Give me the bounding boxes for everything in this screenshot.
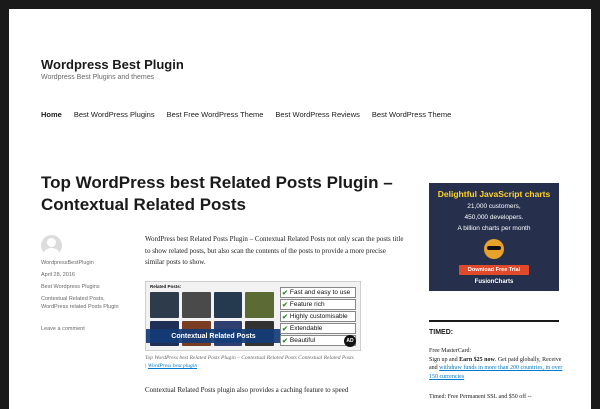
image-caption: Top WordPress best Related Posts Plugin … [145, 354, 355, 370]
ad-views: A billion charts per month [457, 225, 531, 232]
ad-customers: 21,000 customers, [467, 203, 521, 210]
sidebar-advertisement[interactable]: Delightful JavaScript charts 21,000 cust… [429, 183, 559, 291]
feature-item: ✔ Highly customisable [280, 311, 356, 322]
nav-item-best-wordpress-theme[interactable]: Best WordPress Theme [372, 110, 451, 119]
post-comments: Leave a comment [41, 325, 85, 333]
feature-label: Beautiful [289, 337, 316, 344]
mascot-icon [484, 239, 504, 259]
author-avatar[interactable] [41, 235, 62, 256]
widget-divider [429, 320, 559, 322]
nav-item-best-wordpress-reviews[interactable]: Best WordPress Reviews [275, 110, 359, 119]
post-featured-image[interactable]: Related Posts: Contextual Related Posts … [145, 281, 361, 351]
nav-item-best-free-wordpress-theme[interactable]: Best Free WordPress Theme [167, 110, 264, 119]
nav-item-best-wordpress-plugins[interactable]: Best WordPress Plugins [74, 110, 155, 119]
feature-item: ✔ Feature rich [280, 299, 356, 310]
nav-item-home[interactable]: Home [41, 110, 62, 119]
widget-text-1: Free MasterCard: Sign up and Earn $25 no… [429, 347, 564, 381]
widget-bold-text: Earn $25 now [459, 356, 495, 363]
widget-text-part: Free Permanent SSL and $50 off -- [447, 394, 532, 400]
widget-label: Timed: [429, 394, 448, 400]
widget-link[interactable]: withdraw funds in more than 200 countrie… [429, 365, 562, 380]
post-paragraph-1: WordPress best Related Posts Plugin – Co… [145, 235, 404, 266]
post-paragraph-2: Contextual Related Posts plugin also pro… [145, 386, 349, 394]
feature-label: Feature rich [289, 301, 325, 308]
author-link[interactable]: WordpressBestPlugin [41, 260, 94, 266]
post-tags: Contextual Related Posts, WordPress rela… [41, 295, 121, 311]
ad-download-button[interactable]: Download Free Trial [459, 265, 529, 275]
category-link[interactable]: Best Wordpress Plugins [41, 284, 100, 290]
ad-logo-icon: AD [344, 335, 356, 347]
page: Wordpress Best Plugin Wordpress Best Plu… [9, 9, 591, 409]
post-date: April 28, 2016 [41, 271, 75, 279]
checkmark-icon: ✔ [282, 337, 288, 345]
site-title[interactable]: Wordpress Best Plugin [41, 57, 184, 72]
post-title: Top WordPress best Related Posts Plugin … [41, 173, 393, 214]
thumbnail [181, 292, 211, 318]
thumbnail [245, 292, 274, 318]
main-navigation: Home Best WordPress Plugins Best Free Wo… [41, 110, 451, 119]
image-banner: Contextual Related Posts [146, 329, 281, 343]
feature-item: ✔ Extendable [280, 323, 356, 334]
tags-link[interactable]: Contextual Related Posts, WordPress rela… [41, 296, 119, 310]
post-category: Best Wordpress Plugins [41, 283, 100, 291]
widget-text-2: Timed: Free Permanent SSL and $50 off -- [429, 393, 564, 402]
avatar-head-icon [47, 238, 56, 247]
feature-label: Fast and easy to use [289, 289, 351, 296]
widget-label: Free MasterCard: [429, 348, 472, 354]
widget-text-part: Sign up and [429, 356, 460, 363]
avatar-body-icon [43, 248, 60, 256]
checkmark-icon: ✔ [282, 325, 288, 333]
checkmark-icon: ✔ [282, 313, 288, 321]
checkmark-icon: ✔ [282, 289, 288, 297]
checkmark-icon: ✔ [282, 301, 288, 309]
feature-label: Extendable [289, 325, 323, 332]
widget-title: TIMED: [429, 329, 454, 336]
post-author: WordpressBestPlugin [41, 259, 94, 267]
caption-link[interactable]: WordPress best plugin [148, 363, 197, 369]
ad-brand-logo: FusionCharts [474, 279, 514, 285]
site-description: Wordpress Best Plugins and themes [41, 74, 155, 81]
thumbnail [213, 292, 243, 318]
leave-comment-link[interactable]: Leave a comment [41, 326, 85, 332]
feature-item: ✔ Fast and easy to use [280, 287, 356, 298]
ad-developers: 450,000 developers. [464, 214, 524, 221]
thumbnail [150, 292, 179, 318]
feature-label: Highly customisable [289, 313, 348, 320]
image-header-text: Related Posts: [150, 284, 182, 289]
ad-headline: Delightful JavaScript charts [437, 189, 551, 199]
date-link[interactable]: April 28, 2016 [41, 272, 75, 278]
